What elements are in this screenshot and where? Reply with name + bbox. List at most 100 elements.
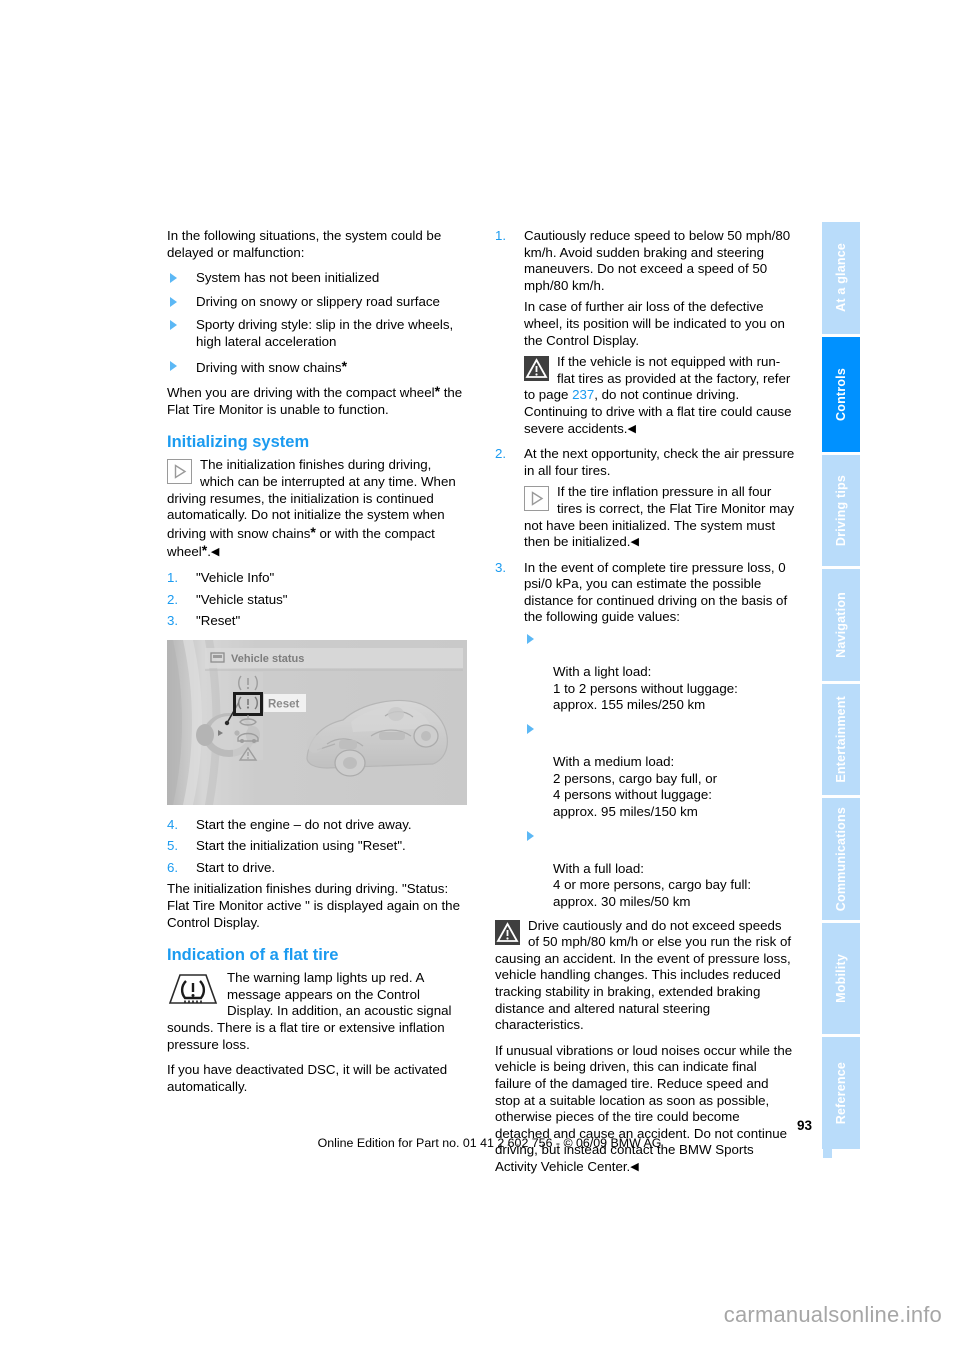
after-steps-paragraph: The initialization finishes during drivi… [167, 881, 460, 930]
vehicle-status-display-illustration: Vehicle status Reset [167, 639, 467, 805]
step-item: 5. Start the initialization using "Reset… [167, 838, 467, 855]
list-item-label: With a medium load: 2 persons, cargo bay… [553, 754, 718, 819]
step-item: 6. Start to drive. [167, 860, 467, 877]
step-label: At the next opportunity, check the air p… [524, 446, 795, 478]
sidebar-tab-navigation[interactable]: Navigation [822, 569, 860, 681]
compact-wheel-text-a: When you are driving with the compact wh… [167, 385, 435, 401]
step-label: Cautiously reduce speed to below 50 mph/… [524, 228, 791, 293]
sidebar-tab-label: Reference [834, 1062, 848, 1125]
step-label: "Vehicle Info" [196, 569, 275, 585]
warning-triangle-icon [524, 356, 549, 382]
right-column: 1. Cautiously reduce speed to below 50 m… [495, 228, 795, 1184]
sidebar-tab-label: At a glance [834, 243, 848, 313]
note-initializing-system: The initialization finishes during drivi… [167, 457, 467, 561]
step-item: 1. Cautiously reduce speed to below 50 m… [495, 228, 795, 294]
sidebar-tab-label: Controls [834, 367, 848, 421]
step-label: Start to drive. [196, 859, 276, 875]
step-label-continued: In case of further air loss of the defec… [524, 299, 785, 348]
flat-tire-indication-block: The warning lamp lights up red. A messag… [167, 970, 467, 1053]
section-tab-sidebar: At a glance Controls Driving tips Naviga… [822, 222, 860, 1152]
compact-wheel-paragraph: When you are driving with the compact wh… [167, 383, 467, 418]
sidebar-tab-driving-tips[interactable]: Driving tips [822, 454, 860, 567]
triangle-bullet-icon [527, 830, 534, 841]
triangle-bullet-icon [527, 634, 534, 645]
svg-text:Vehicle status: Vehicle status [231, 653, 304, 665]
heading-indication-of-a-flat-tire: Indication of a flat tire [167, 946, 339, 965]
step-1-continuation: In case of further air loss of the defec… [495, 299, 795, 349]
page-reference-link[interactable]: 237 [572, 387, 594, 402]
heading-initializing-system: Initializing system [167, 433, 310, 452]
tire-pressure-warning-lamp-icon [167, 973, 219, 1007]
note-tire-inflation-pressure: If the tire inflation pressure in all fo… [495, 484, 795, 550]
list-item: With a medium load: 2 persons, cargo bay… [524, 721, 795, 821]
sidebar-tab-entertainment[interactable]: Entertainment [822, 683, 860, 796]
list-item-label: Driving on snowy or slippery road surfac… [196, 293, 440, 309]
site-watermark: carmanualsonline.info [723, 1302, 942, 1327]
sidebar-tab-communications[interactable]: Communications [822, 798, 860, 920]
page-number: 93 [796, 1118, 812, 1133]
warning-continuation-text: If unusual vibrations or loud noises occ… [495, 1042, 793, 1174]
end-of-note-marker: ◀ [210, 546, 220, 559]
step-label: "Vehicle status" [196, 591, 288, 607]
step-number: 4. [167, 816, 179, 832]
step-item: 3. In the event of complete tire pressur… [495, 560, 795, 626]
note-text: The initialization finishes during drivi… [167, 457, 467, 561]
step-item: 1. "Vehicle Info" [167, 570, 467, 587]
step-number: 3. [495, 559, 507, 575]
sidebar-tab-label: Navigation [834, 592, 848, 659]
sidebar-tab-label: Mobility [834, 954, 848, 1004]
list-item-label: Sporty driving style: slip in the drive … [196, 317, 454, 349]
step-number: 2. [167, 591, 179, 607]
step-item: 3. "Reset" [167, 613, 467, 630]
sidebar-tab-label: Entertainment [834, 696, 848, 784]
step-label: "Reset" [196, 613, 241, 629]
list-item: With a light load: 1 to 2 persons withou… [524, 631, 795, 714]
step-number: 1. [495, 228, 507, 243]
step-label: Start the initialization using "Reset". [196, 838, 406, 854]
sidebar-tab-mobility[interactable]: Mobility [822, 922, 860, 1035]
step-item: 2. At the next opportunity, check the ai… [495, 446, 795, 479]
sidebar-tab-at-a-glance[interactable]: At a glance [822, 222, 860, 334]
footer-accent-bar [823, 1118, 832, 1158]
step-label: Start the engine – do not drive away. [196, 816, 412, 832]
step-item: 4. Start the engine – do not drive away. [167, 817, 467, 834]
triangle-bullet-icon [170, 320, 177, 331]
step-number: 3. [167, 613, 179, 629]
left-column: In the following situations, the system … [167, 228, 467, 1104]
warning-text: If the vehicle is not equipped with run-… [524, 354, 795, 437]
triangle-bullet-icon [170, 296, 177, 307]
step-number: 6. [167, 859, 179, 875]
warning-text: Drive cautiously and do not exceed speed… [495, 917, 792, 1033]
edition-line: Online Edition for Part no. 01 41 2 602 … [317, 1136, 662, 1150]
list-item-label: System has not been initialized [196, 270, 380, 286]
triangle-bullet-icon [170, 360, 177, 371]
warning-drive-cautiously: Drive cautiously and do not exceed speed… [495, 918, 795, 1034]
triangle-bullet-icon [170, 273, 177, 284]
note-text-body: If the tire inflation pressure in all fo… [524, 484, 795, 550]
end-of-warning-marker: ◀ [627, 422, 636, 435]
list-item: With a full load: 4 or more persons, car… [524, 828, 795, 911]
list-item-label: Driving with snow chains [196, 359, 342, 375]
step-number: 1. [167, 569, 179, 585]
sidebar-tab-label: Communications [834, 807, 848, 912]
note-text: If the tire inflation pressure in all fo… [524, 484, 795, 550]
warning-continuation-paragraph: If unusual vibrations or loud noises occ… [495, 1043, 795, 1176]
list-item: Driving on snowy or slippery road surfac… [167, 294, 467, 311]
triangle-bullet-icon [527, 724, 534, 735]
warning-run-flat-tires: If the vehicle is not equipped with run-… [495, 354, 795, 437]
end-of-note-marker: ◀ [630, 536, 639, 549]
note-icon [524, 486, 549, 512]
svg-text:Reset: Reset [268, 698, 299, 710]
intro-paragraph: In the following situations, the system … [167, 228, 442, 260]
sidebar-tab-controls[interactable]: Controls [822, 336, 860, 452]
end-of-warning-marker: ◀ [630, 1160, 639, 1173]
sidebar-tab-label: Driving tips [834, 475, 848, 547]
dsc-paragraph: If you have deactivated DSC, it will be … [167, 1062, 448, 1094]
list-item: Sporty driving style: slip in the drive … [167, 317, 467, 350]
step-number: 2. [495, 446, 507, 462]
note-icon [167, 459, 192, 485]
list-item: Driving with snow chains* [167, 358, 467, 377]
warning-triangle-icon [495, 919, 520, 945]
manual-page: At a glance Controls Driving tips Naviga… [0, 0, 960, 1358]
step-item: 2. "Vehicle status" [167, 592, 467, 609]
